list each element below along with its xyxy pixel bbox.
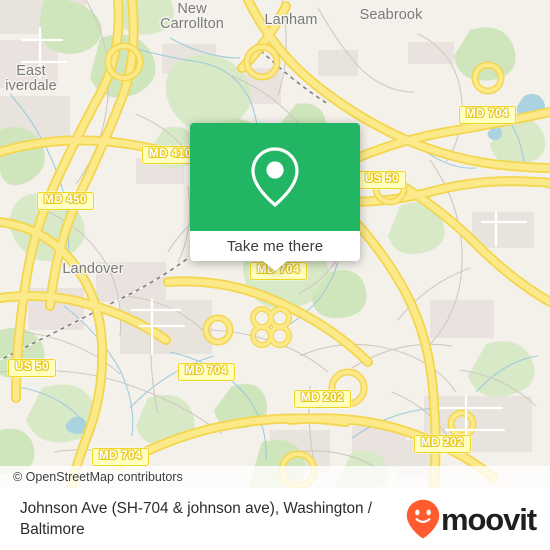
road-shield: MD 704: [459, 106, 516, 124]
map-canvas[interactable]: .green { fill:#cfe5bc; } .green2 { fill:…: [0, 0, 550, 488]
take-me-there-button[interactable]: Take me there: [190, 231, 360, 271]
road-shield: MD 202: [414, 435, 471, 453]
road-shield: MD 704: [178, 363, 235, 381]
moovit-logo[interactable]: moovit: [406, 499, 537, 539]
road-shield: US 50: [358, 171, 406, 189]
moovit-smiley-pin-icon: [406, 499, 440, 539]
moovit-wordmark: moovit: [440, 501, 537, 537]
map-pin-icon: [251, 147, 299, 207]
road-shield: MD 704: [92, 448, 149, 466]
callout-tail: [263, 261, 287, 271]
footer-bar: Johnson Ave (SH-704 & johnson ave), Wash…: [0, 488, 550, 550]
location-callout-card[interactable]: Take me there: [190, 123, 360, 271]
location-title: Johnson Ave (SH-704 & johnson ave), Wash…: [20, 500, 373, 538]
take-me-there-label: Take me there: [226, 237, 324, 255]
road-shield: MD 202: [294, 390, 351, 408]
road-shield: MD 450: [37, 192, 94, 210]
callout-header: [190, 123, 360, 231]
road-shield: US 50: [8, 359, 56, 377]
map-attribution[interactable]: © OpenStreetMap contributors: [0, 466, 550, 488]
moovit-map-screenshot: .green { fill:#cfe5bc; } .green2 { fill:…: [0, 0, 550, 550]
